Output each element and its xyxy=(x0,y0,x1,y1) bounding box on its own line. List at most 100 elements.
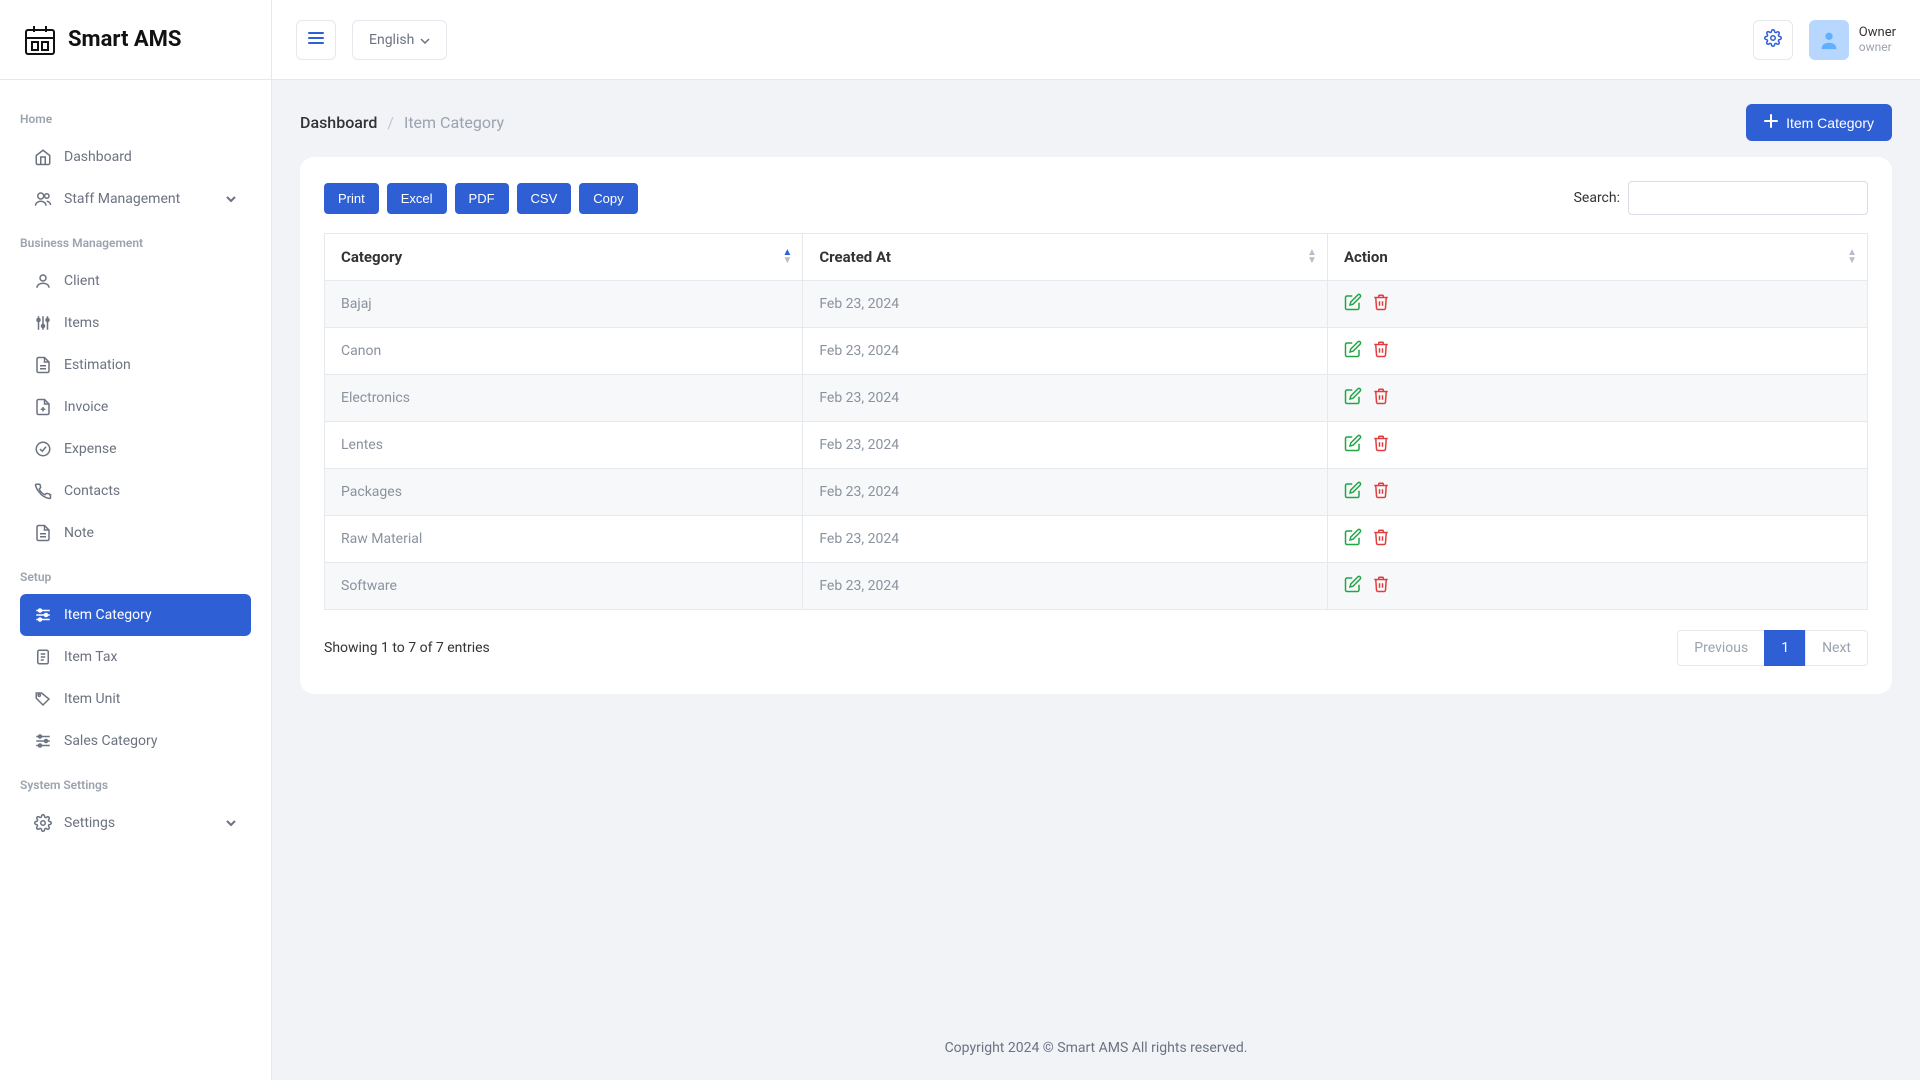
cell-action xyxy=(1327,469,1867,516)
edit-icon xyxy=(1344,393,1362,409)
delete-button[interactable] xyxy=(1372,340,1390,362)
delete-button[interactable] xyxy=(1372,434,1390,456)
chevron-down-icon xyxy=(225,815,237,831)
sidebar-item-dashboard[interactable]: Dashboard xyxy=(20,136,251,178)
edit-button[interactable] xyxy=(1344,293,1362,315)
settings-button[interactable] xyxy=(1753,20,1793,60)
export-print-button[interactable]: Print xyxy=(324,183,379,214)
phone-icon xyxy=(34,482,52,500)
user-role: owner xyxy=(1859,40,1896,54)
table-row: PackagesFeb 23, 2024 xyxy=(325,469,1868,516)
brand-logo[interactable]: Smart AMS xyxy=(20,20,181,60)
data-card: PrintExcelPDFCSVCopy Search: Category▲▼C… xyxy=(300,157,1892,694)
trash-icon xyxy=(1372,393,1390,409)
export-pdf-button[interactable]: PDF xyxy=(455,183,509,214)
cell-category: Bajaj xyxy=(325,281,803,328)
sliders-h-icon xyxy=(34,606,52,624)
export-csv-button[interactable]: CSV xyxy=(517,183,572,214)
nav: HomeDashboardStaff ManagementBusiness Ma… xyxy=(0,80,271,860)
nav-section-label: Home xyxy=(20,96,251,136)
add-item-category-button[interactable]: Item Category xyxy=(1746,104,1892,141)
toggle-sidebar-button[interactable] xyxy=(296,20,336,60)
edit-button[interactable] xyxy=(1344,481,1362,503)
nav-section-label: System Settings xyxy=(20,762,251,802)
page-header: Dashboard / Item Category Item Category xyxy=(272,80,1920,157)
sidebar-item-label: Note xyxy=(64,525,94,541)
file-icon xyxy=(34,524,52,542)
cell-action xyxy=(1327,328,1867,375)
trash-icon xyxy=(1372,581,1390,597)
sidebar-item-client[interactable]: Client xyxy=(20,260,251,302)
edit-button[interactable] xyxy=(1344,528,1362,550)
sidebar-item-note[interactable]: Note xyxy=(20,512,251,554)
search-input[interactable] xyxy=(1628,181,1868,215)
sidebar-item-label: Item Category xyxy=(64,607,152,623)
edit-button[interactable] xyxy=(1344,340,1362,362)
cell-created-at: Feb 23, 2024 xyxy=(803,281,1328,328)
delete-button[interactable] xyxy=(1372,575,1390,597)
tag-icon xyxy=(34,690,52,708)
delete-button[interactable] xyxy=(1372,528,1390,550)
edit-button[interactable] xyxy=(1344,575,1362,597)
table-row: CanonFeb 23, 2024 xyxy=(325,328,1868,375)
sidebar-item-staff[interactable]: Staff Management xyxy=(20,178,251,220)
column-header-created-at[interactable]: Created At▲▼ xyxy=(803,234,1328,281)
sort-icon: ▲▼ xyxy=(782,249,792,265)
pager-page-1[interactable]: 1 xyxy=(1764,630,1806,666)
cell-category: Packages xyxy=(325,469,803,516)
receipt-icon xyxy=(34,648,52,666)
sliders-icon xyxy=(34,314,52,332)
sidebar-item-invoice[interactable]: Invoice xyxy=(20,386,251,428)
breadcrumb-root[interactable]: Dashboard xyxy=(300,113,377,132)
search: Search: xyxy=(1574,181,1868,215)
sidebar-item-label: Item Unit xyxy=(64,691,120,707)
sidebar-item-sales-category[interactable]: Sales Category xyxy=(20,720,251,762)
sidebar-item-expense[interactable]: Expense xyxy=(20,428,251,470)
cell-category: Canon xyxy=(325,328,803,375)
sidebar-item-items[interactable]: Items xyxy=(20,302,251,344)
cell-action xyxy=(1327,563,1867,610)
add-button-label: Item Category xyxy=(1786,115,1874,131)
user-icon xyxy=(34,272,52,290)
sort-icon: ▲▼ xyxy=(1307,249,1317,265)
edit-icon xyxy=(1344,440,1362,456)
edit-icon xyxy=(1344,581,1362,597)
trash-icon xyxy=(1372,346,1390,362)
edit-icon xyxy=(1344,487,1362,503)
table-row: BajajFeb 23, 2024 xyxy=(325,281,1868,328)
export-copy-button[interactable]: Copy xyxy=(579,183,637,214)
edit-icon xyxy=(1344,299,1362,315)
sidebar-item-item-tax[interactable]: Item Tax xyxy=(20,636,251,678)
sidebar-item-label: Sales Category xyxy=(64,733,158,749)
pager-next[interactable]: Next xyxy=(1805,630,1868,666)
edit-button[interactable] xyxy=(1344,434,1362,456)
sidebar-item-estimation[interactable]: Estimation xyxy=(20,344,251,386)
breadcrumb-current: Item Category xyxy=(404,113,504,132)
sidebar-item-contacts[interactable]: Contacts xyxy=(20,470,251,512)
language-select[interactable]: English xyxy=(352,20,447,60)
column-header-category[interactable]: Category▲▼ xyxy=(325,234,803,281)
cell-created-at: Feb 23, 2024 xyxy=(803,563,1328,610)
sliders-h-icon xyxy=(34,732,52,750)
delete-button[interactable] xyxy=(1372,293,1390,315)
search-label: Search: xyxy=(1574,190,1620,206)
sidebar-item-label: Dashboard xyxy=(64,149,132,165)
delete-button[interactable] xyxy=(1372,387,1390,409)
menu-icon xyxy=(308,31,324,49)
users-icon xyxy=(34,190,52,208)
table-row: ElectronicsFeb 23, 2024 xyxy=(325,375,1868,422)
pager-previous[interactable]: Previous xyxy=(1677,630,1765,666)
column-header-action[interactable]: Action▲▼ xyxy=(1327,234,1867,281)
nav-section-label: Setup xyxy=(20,554,251,594)
chevron-down-icon xyxy=(420,32,430,48)
delete-button[interactable] xyxy=(1372,481,1390,503)
edit-button[interactable] xyxy=(1344,387,1362,409)
sidebar-item-item-unit[interactable]: Item Unit xyxy=(20,678,251,720)
sidebar-item-settings[interactable]: Settings xyxy=(20,802,251,844)
user-menu[interactable]: Owner owner xyxy=(1809,20,1896,60)
sidebar-item-item-category[interactable]: Item Category xyxy=(20,594,251,636)
export-excel-button[interactable]: Excel xyxy=(387,183,447,214)
sidebar-item-label: Settings xyxy=(64,815,115,831)
language-label: English xyxy=(369,32,414,48)
brand-name: Smart AMS xyxy=(68,27,181,52)
